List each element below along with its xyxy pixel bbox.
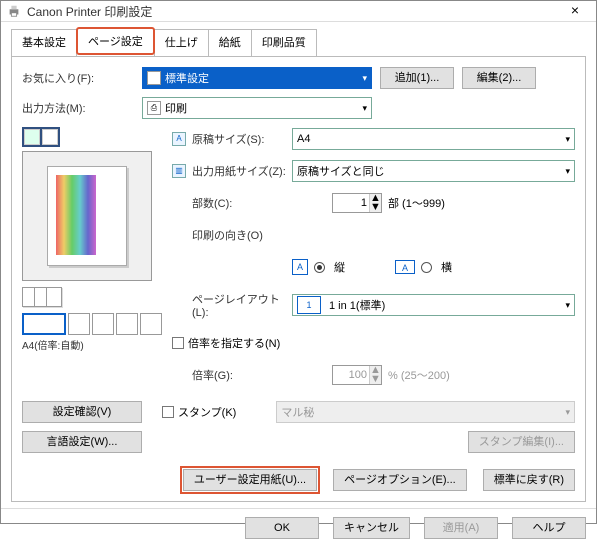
- tab-quality[interactable]: 印刷品質: [251, 29, 317, 57]
- chevron-down-icon: ▾: [565, 166, 570, 177]
- apply-button: 適用(A): [424, 517, 498, 539]
- preview-stack-icon: [22, 287, 162, 307]
- favorite-add-button[interactable]: 追加(1)...: [380, 67, 454, 89]
- page-size-label: A原稿サイズ(S):: [172, 131, 292, 147]
- page-size-value: A4: [297, 133, 310, 145]
- tab-bar: 基本設定 ページ設定 仕上げ 給紙 印刷品質: [1, 22, 596, 56]
- stamp-checkbox[interactable]: [162, 406, 174, 418]
- restore-defaults-button[interactable]: 標準に戻す(R): [483, 469, 575, 491]
- print-icon: ⎙: [147, 101, 161, 115]
- layout-icon: 1: [297, 296, 321, 314]
- doc-icon: ▦: [147, 71, 161, 85]
- copies-input[interactable]: 1 ▲▼: [332, 193, 382, 213]
- landscape-icon: A: [395, 260, 415, 274]
- chevron-down-icon: ▾: [362, 73, 367, 84]
- page-options-button[interactable]: ページオプション(E)...: [333, 469, 467, 491]
- radio-portrait[interactable]: [314, 262, 325, 273]
- ok-button[interactable]: OK: [245, 517, 319, 539]
- stamp-value: マル秘: [281, 404, 314, 420]
- help-button[interactable]: ヘルプ: [512, 517, 586, 539]
- tab-page-setup[interactable]: ページ設定: [76, 27, 155, 55]
- scale-label: 倍率(G):: [172, 367, 292, 383]
- chevron-down-icon: ▾: [362, 103, 367, 114]
- layout-label: ページレイアウト(L):: [172, 291, 292, 319]
- scale-checkbox-label: 倍率を指定する(N): [188, 335, 280, 351]
- layout-thumb-4[interactable]: [116, 313, 138, 335]
- favorite-label: お気に入り(F):: [22, 70, 142, 86]
- confirm-settings-button[interactable]: 設定確認(V): [22, 401, 142, 423]
- cancel-button[interactable]: キャンセル: [333, 517, 410, 539]
- orientation-label: 印刷の向き(O): [172, 227, 292, 243]
- output-method-value: 印刷: [165, 100, 187, 116]
- output-size-select[interactable]: 原稿サイズと同じ ▾: [292, 160, 575, 182]
- stamp-select: マル秘 ▾: [276, 401, 575, 423]
- tab-finishing[interactable]: 仕上げ: [154, 29, 209, 57]
- preview-tab-doc[interactable]: [24, 129, 40, 145]
- close-button[interactable]: ×: [560, 1, 590, 21]
- chevron-down-icon: ▾: [565, 300, 570, 311]
- output-method-label: 出力方法(M):: [22, 100, 142, 116]
- preview-label: A4(倍率:自動): [22, 337, 162, 352]
- layout-thumb-3[interactable]: [92, 313, 114, 335]
- out-page-icon: ▥: [172, 164, 186, 178]
- preview-panel: A4(倍率:自動): [22, 127, 162, 352]
- scale-checkbox[interactable]: [172, 337, 184, 349]
- layout-select[interactable]: 1 1 in 1(標準) ▾: [292, 294, 575, 316]
- stamp-edit-button: スタンプ編集(I)...: [468, 431, 575, 453]
- language-settings-button[interactable]: 言語設定(W)...: [22, 431, 142, 453]
- layout-value: 1 in 1(標準): [329, 297, 385, 313]
- output-size-label: ▥出力用紙サイズ(Z):: [172, 163, 292, 179]
- preview-document: [47, 166, 127, 266]
- chevron-down-icon: ▾: [565, 407, 570, 418]
- tab-paper-source[interactable]: 給紙: [208, 29, 252, 57]
- preview-tab-printer[interactable]: [42, 129, 58, 145]
- copies-suffix: 部 (1～999): [388, 195, 445, 211]
- radio-landscape[interactable]: [421, 262, 432, 273]
- tab-basic[interactable]: 基本設定: [11, 29, 77, 57]
- layout-thumb-2[interactable]: [68, 313, 90, 335]
- portrait-icon: A: [292, 259, 308, 275]
- favorite-value: 標準設定: [165, 70, 209, 86]
- output-size-value: 原稿サイズと同じ: [297, 163, 385, 179]
- chevron-down-icon: ▾: [565, 134, 570, 145]
- user-paper-button[interactable]: ユーザー設定用紙(U)...: [183, 469, 317, 491]
- scale-input: 100 ▲▼: [332, 365, 382, 385]
- orientation-portrait[interactable]: A 縦: [292, 259, 345, 275]
- print-settings-dialog: Canon Printer 印刷設定 × 基本設定 ページ設定 仕上げ 給紙 印…: [0, 0, 597, 524]
- preview-box: [22, 151, 152, 281]
- orientation-landscape[interactable]: A 横: [395, 259, 452, 275]
- spin-down[interactable]: ▼: [370, 203, 381, 212]
- layout-thumb-1[interactable]: [22, 313, 66, 335]
- dialog-title: Canon Printer 印刷設定: [27, 3, 560, 20]
- page-icon: A: [172, 132, 186, 146]
- copies-label: 部数(C):: [172, 195, 292, 211]
- stamp-label: スタンプ(K): [178, 404, 236, 420]
- printer-icon: [7, 4, 21, 18]
- scale-suffix: % (25～200): [388, 367, 450, 383]
- titlebar: Canon Printer 印刷設定 ×: [1, 1, 596, 22]
- page-size-select[interactable]: A4 ▾: [292, 128, 575, 150]
- output-method-select[interactable]: ⎙ 印刷 ▾: [142, 97, 372, 119]
- tab-page-content: お気に入り(F): ▦ 標準設定 ▾ 追加(1)... 編集(2)... 出力方…: [11, 56, 586, 502]
- favorite-select[interactable]: ▦ 標準設定 ▾: [142, 67, 372, 89]
- dialog-buttons: OK キャンセル 適用(A) ヘルプ: [1, 508, 596, 547]
- layout-thumb-5[interactable]: [140, 313, 162, 335]
- favorite-edit-button[interactable]: 編集(2)...: [462, 67, 536, 89]
